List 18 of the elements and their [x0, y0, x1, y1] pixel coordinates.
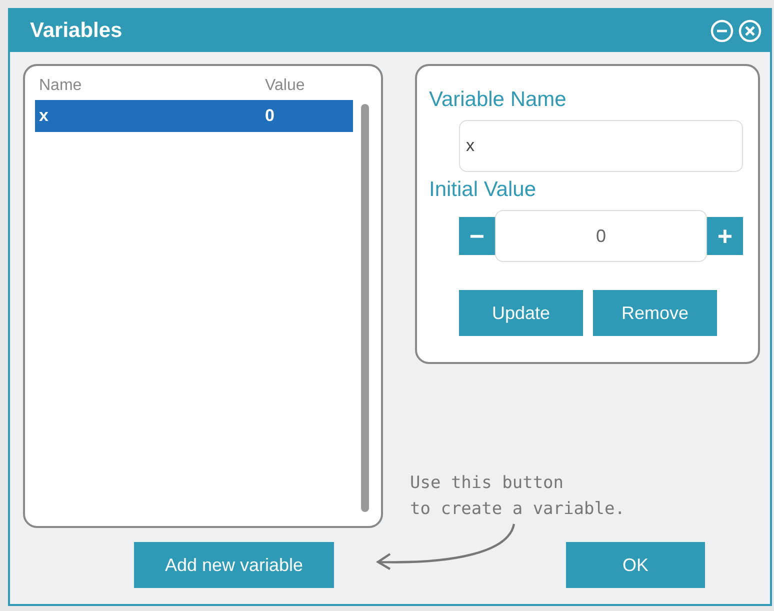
ok-button[interactable]: OK	[566, 542, 705, 588]
variable-row[interactable]: x 0	[35, 100, 353, 132]
window-title: Variables	[30, 19, 122, 43]
field-label: Initial Value	[429, 178, 538, 202]
scrollbar[interactable]	[361, 104, 369, 512]
column-header: Name	[38, 77, 83, 95]
value-field[interactable]: 0	[495, 210, 707, 262]
increment-button[interactable]: +	[707, 217, 743, 255]
field-label: Variable Name	[429, 88, 568, 112]
minimize-icon[interactable]	[710, 19, 734, 43]
close-icon[interactable]	[738, 19, 762, 43]
column-header: Value	[265, 77, 306, 95]
add-variable-button[interactable]: Add new variable	[134, 542, 334, 588]
name-field[interactable]: x	[459, 120, 743, 172]
editor-button[interactable]: Remove	[593, 290, 717, 336]
hint-note: Use this button to create a variable.	[410, 472, 625, 521]
editor-button[interactable]: Update	[459, 290, 583, 336]
decrement-button[interactable]: −	[459, 217, 495, 255]
